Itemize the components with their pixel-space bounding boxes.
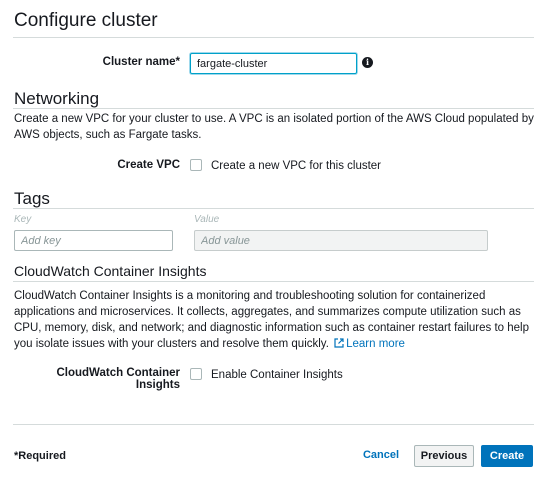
create-button[interactable]: Create (481, 445, 533, 467)
tag-value-input[interactable] (194, 230, 488, 251)
tags-divider (13, 208, 534, 209)
create-vpc-checkbox[interactable] (190, 159, 202, 171)
networking-description: Create a new VPC for your cluster to use… (14, 113, 534, 141)
external-link-icon (334, 338, 344, 348)
cluster-name-label: Cluster name* (102, 56, 180, 68)
tag-key-label: Key (14, 214, 32, 225)
enable-insights-checkbox[interactable] (190, 368, 202, 380)
tag-value-label: Value (194, 214, 220, 225)
previous-button[interactable]: Previous (414, 445, 474, 467)
insights-divider (13, 281, 534, 282)
enable-insights-checkbox-text[interactable]: Enable Container Insights (211, 367, 343, 383)
create-vpc-checkbox-text[interactable]: Create a new VPC for this cluster (211, 158, 381, 174)
learn-more-link[interactable]: Learn more (332, 338, 405, 350)
networking-heading: Networking (14, 89, 100, 108)
insights-description-text: CloudWatch Container Insights is a monit… (14, 290, 529, 350)
insights-heading: CloudWatch Container Insights (14, 263, 207, 279)
cluster-name-input[interactable] (190, 53, 357, 74)
required-note: *Required (14, 450, 66, 462)
insights-description: CloudWatch Container Insights is a monit… (14, 288, 536, 352)
info-icon[interactable]: i (362, 57, 373, 68)
tags-heading: Tags (14, 189, 50, 208)
learn-more-label[interactable]: Learn more (346, 338, 405, 350)
tag-key-input[interactable] (14, 230, 173, 251)
insights-field-label: CloudWatch Container Insights (56, 367, 180, 391)
cancel-button[interactable]: Cancel (358, 445, 404, 467)
title-divider (13, 37, 534, 38)
page-title: Configure cluster (14, 10, 158, 31)
create-vpc-label: Create VPC (117, 159, 180, 171)
footer-divider (13, 424, 534, 425)
networking-divider (13, 108, 534, 109)
